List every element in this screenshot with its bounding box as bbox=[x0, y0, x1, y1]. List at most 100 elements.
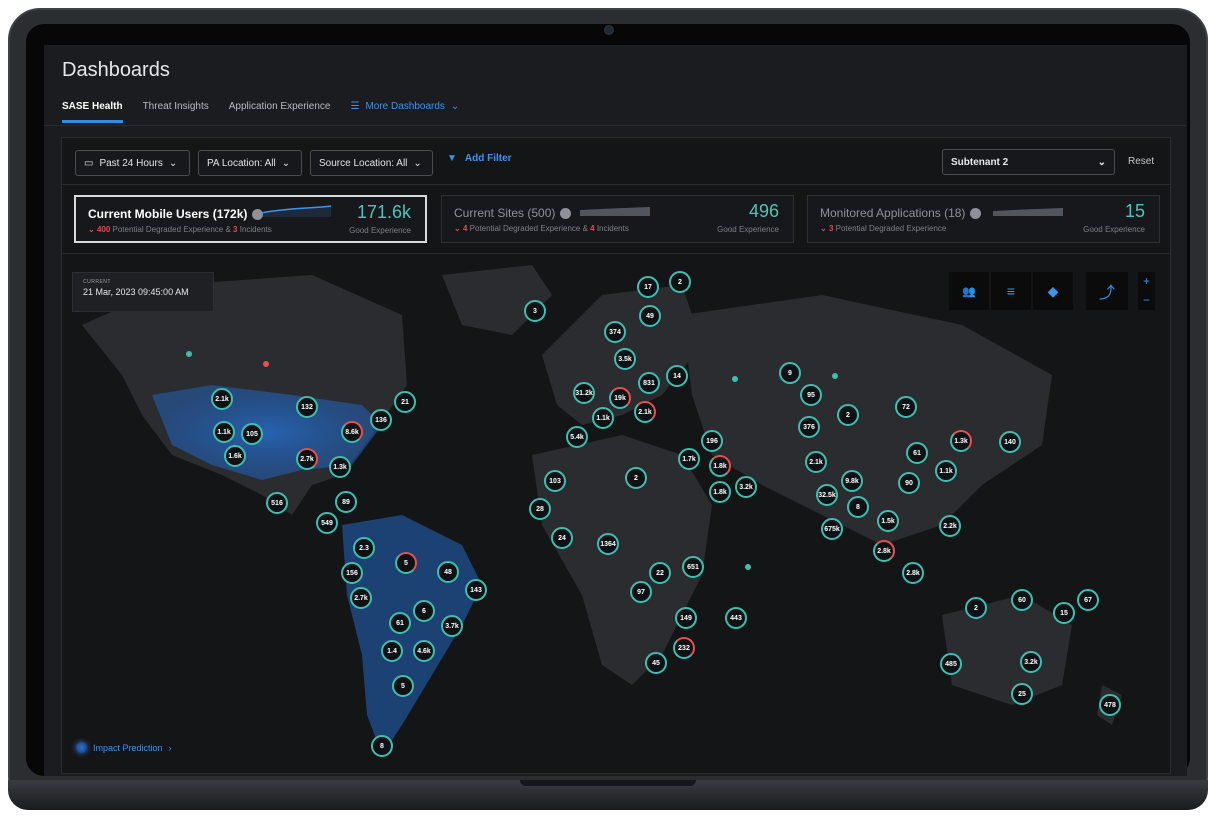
map-cluster[interactable]: 22 bbox=[649, 562, 671, 584]
map-cluster[interactable]: 156 bbox=[341, 562, 363, 584]
map-cluster[interactable]: 3.2k bbox=[735, 476, 757, 498]
map-cluster[interactable]: 516 bbox=[266, 492, 288, 514]
map-cluster[interactable]: 651 bbox=[682, 556, 704, 578]
map-cluster[interactable]: 1.3k bbox=[329, 456, 351, 478]
map-cluster[interactable]: 5.4k bbox=[566, 426, 588, 448]
kpi-current-sites[interactable]: Current Sites (500) ⌄ 4 Potential Degrad… bbox=[441, 195, 794, 243]
map-cluster[interactable]: 3.5k bbox=[614, 348, 636, 370]
map-cluster[interactable]: 1.6k bbox=[224, 445, 246, 467]
users-view-button[interactable]: 👥 bbox=[949, 272, 989, 310]
map-cluster[interactable]: 2 bbox=[837, 404, 859, 426]
map-cluster[interactable]: 3.2k bbox=[1020, 651, 1042, 673]
map-cluster[interactable]: 1.4 bbox=[381, 640, 403, 662]
map-cluster[interactable]: 376 bbox=[798, 416, 820, 438]
map-cluster[interactable]: 95 bbox=[800, 384, 822, 406]
info-icon[interactable] bbox=[560, 207, 572, 219]
map-cluster[interactable]: 2 bbox=[669, 271, 691, 293]
map-cluster[interactable]: 1.7k bbox=[678, 448, 700, 470]
subtenant-select[interactable]: Subtenant 2 ⌄ bbox=[942, 149, 1115, 175]
map-cluster[interactable]: 831 bbox=[638, 372, 660, 394]
map-cluster[interactable]: 1364 bbox=[597, 533, 619, 555]
map-cluster[interactable]: 25 bbox=[1011, 683, 1033, 705]
zoom-out-button[interactable]: − bbox=[1138, 291, 1155, 310]
map-cluster[interactable]: 97 bbox=[630, 581, 652, 603]
trend-button[interactable]: ⤴ bbox=[1086, 272, 1128, 310]
impact-prediction-link[interactable]: Impact Prediction › bbox=[76, 742, 172, 753]
map-cluster[interactable]: 9.8k bbox=[841, 470, 863, 492]
map-cluster[interactable]: 8 bbox=[847, 496, 869, 518]
info-icon[interactable] bbox=[970, 207, 982, 219]
tab-more-dashboards[interactable]: ☰ More Dashboards ⌄ bbox=[350, 101, 459, 123]
map-cluster[interactable]: 1.1k bbox=[592, 407, 614, 429]
map-cluster[interactable]: 2.7k bbox=[350, 587, 372, 609]
map-cluster[interactable]: 8.6k bbox=[341, 421, 363, 443]
map-cluster[interactable]: 14 bbox=[666, 365, 688, 387]
map-cluster[interactable]: 49 bbox=[639, 305, 661, 327]
map-cluster[interactable]: 28 bbox=[529, 498, 551, 520]
map-cluster[interactable]: 8 bbox=[371, 735, 393, 757]
pa-location-dropdown[interactable]: PA Location: All ⌄ bbox=[198, 150, 302, 176]
map-cluster[interactable]: 19k bbox=[609, 387, 631, 409]
map-cluster[interactable]: 549 bbox=[316, 512, 338, 534]
map-cluster[interactable]: 15 bbox=[1053, 602, 1075, 624]
map-cluster[interactable]: 2 bbox=[965, 597, 987, 619]
map-cluster[interactable]: 132 bbox=[296, 396, 318, 418]
tab-sase-health[interactable]: SASE Health bbox=[62, 101, 123, 123]
kpi-mobile-users[interactable]: Current Mobile Users (172k) ⌄ 400 Potent… bbox=[74, 195, 427, 243]
map-cluster[interactable]: 2.3 bbox=[353, 537, 375, 559]
map-cluster[interactable]: 443 bbox=[725, 607, 747, 629]
tab-threat-insights[interactable]: Threat Insights bbox=[143, 101, 209, 123]
map-cluster[interactable]: 143 bbox=[465, 579, 487, 601]
map-cluster[interactable]: 32.5k bbox=[816, 484, 838, 506]
map-cluster[interactable]: 675k bbox=[821, 518, 843, 540]
map-cluster[interactable]: 21 bbox=[394, 391, 416, 413]
time-range-dropdown[interactable]: ▭ Past 24 Hours ⌄ bbox=[75, 150, 190, 176]
map-cluster[interactable]: 3.7k bbox=[441, 615, 463, 637]
map-cluster[interactable]: 105 bbox=[241, 423, 263, 445]
sites-view-button[interactable]: ≡ bbox=[991, 272, 1031, 310]
map-cluster[interactable]: 61 bbox=[389, 612, 411, 634]
map-cluster[interactable]: 149 bbox=[675, 607, 697, 629]
map-cluster[interactable]: 2.1k bbox=[211, 388, 233, 410]
map-cluster[interactable]: 2.8k bbox=[902, 562, 924, 584]
map-cluster[interactable]: 103 bbox=[544, 470, 566, 492]
map-cluster[interactable]: 2 bbox=[625, 467, 647, 489]
map-cluster[interactable]: 2.2k bbox=[939, 515, 961, 537]
map-cluster[interactable]: 45 bbox=[645, 652, 667, 674]
map-cluster[interactable]: 1.1k bbox=[935, 460, 957, 482]
map-cluster[interactable]: 90 bbox=[898, 472, 920, 494]
map-cluster[interactable]: 2.7k bbox=[296, 448, 318, 470]
map-cluster[interactable]: 485 bbox=[940, 653, 962, 675]
map-cluster[interactable]: 1.8k bbox=[709, 455, 731, 477]
map-cluster[interactable]: 61 bbox=[906, 442, 928, 464]
map-cluster[interactable]: 5 bbox=[392, 675, 414, 697]
map-cluster[interactable]: 6 bbox=[413, 600, 435, 622]
add-filter-button[interactable]: ▼ Add Filter bbox=[447, 153, 512, 164]
map-cluster[interactable]: 136 bbox=[370, 409, 392, 431]
map-cluster[interactable]: 5 bbox=[395, 552, 417, 574]
map-cluster[interactable]: 72 bbox=[895, 396, 917, 418]
map-cluster[interactable]: 9 bbox=[779, 362, 801, 384]
apps-view-button[interactable]: ◆ bbox=[1033, 272, 1073, 310]
map-cluster[interactable]: 67 bbox=[1077, 589, 1099, 611]
map-cluster[interactable]: 24 bbox=[551, 527, 573, 549]
map-cluster[interactable]: 374 bbox=[604, 321, 626, 343]
map-cluster[interactable]: 89 bbox=[335, 491, 357, 513]
map-cluster[interactable]: 1.1k bbox=[213, 421, 235, 443]
map-cluster[interactable]: 17 bbox=[637, 276, 659, 298]
map-cluster[interactable]: 232 bbox=[673, 637, 695, 659]
map-cluster[interactable]: 196 bbox=[701, 430, 723, 452]
zoom-in-button[interactable]: + bbox=[1138, 272, 1155, 291]
map-cluster[interactable]: 31.2k bbox=[573, 382, 595, 404]
map-cluster[interactable]: 140 bbox=[999, 431, 1021, 453]
map-cluster[interactable]: 1.8k bbox=[709, 481, 731, 503]
world-map[interactable]: 3 2.1k 132 21 136 8.6k 1.1k 105 1.6k 2.7k 1.3k 516 8… bbox=[62, 255, 1170, 775]
map-cluster[interactable]: 60 bbox=[1011, 589, 1033, 611]
map-cluster[interactable]: 2.8k bbox=[873, 540, 895, 562]
tab-application-experience[interactable]: Application Experience bbox=[229, 101, 331, 123]
map-cluster[interactable]: 2.1k bbox=[634, 401, 656, 423]
map-cluster[interactable]: 1.5k bbox=[877, 510, 899, 532]
map-cluster[interactable]: 1.3k bbox=[950, 430, 972, 452]
map-cluster[interactable]: 4.6k bbox=[413, 640, 435, 662]
kpi-monitored-applications[interactable]: Monitored Applications (18) ⌄ 3 Potentia… bbox=[807, 195, 1160, 243]
